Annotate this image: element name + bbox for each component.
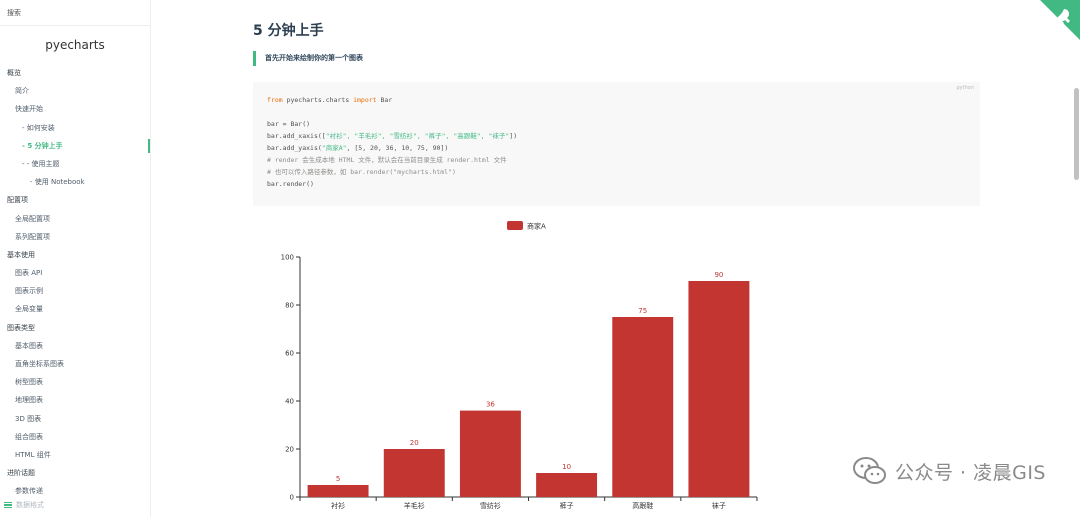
y-tick-label: 40 xyxy=(285,398,294,406)
code-string: "衬衫", "羊毛衫", "雪纺衫", "裤子", "高跟鞋", "袜子" xyxy=(325,132,510,140)
menu-label: 数据格式 xyxy=(16,501,44,509)
code-keyword: from xyxy=(267,96,283,104)
bar xyxy=(383,449,445,497)
code-comment: # render 会生成本地 HTML 文件，默认会在当前目录生成 render… xyxy=(267,156,507,164)
sidebar-item[interactable]: HTML 组件 xyxy=(0,446,150,464)
sidebar: 搜索 pyecharts 概览 简介 快速开始 - 如何安装 - 5 分钟上手 - - 使… xyxy=(0,0,151,517)
y-tick-label: 20 xyxy=(285,446,294,454)
sidebar-item[interactable]: 3D 图表 xyxy=(0,410,150,428)
sidebar-item[interactable]: 全局配置项 xyxy=(0,210,150,228)
sidebar-nav: 概览 简介 快速开始 - 如何安装 - 5 分钟上手 - - 使用主题 - 使用 Noteb… xyxy=(0,64,150,501)
sidebar-item[interactable]: 全局变量 xyxy=(0,300,150,318)
watermark-text: 公众号 · 凌晨GIS xyxy=(894,461,1046,484)
y-tick-label: 80 xyxy=(285,302,294,310)
scrollbar[interactable] xyxy=(1072,0,1080,517)
bar xyxy=(459,410,521,497)
legend-label: 商家A xyxy=(527,222,546,231)
tip-block: 首先开始来绘制你的第一个图表 xyxy=(253,51,363,66)
y-tick-label: 100 xyxy=(281,254,294,262)
x-tick-label: 衬衫 xyxy=(331,501,345,510)
code-fragment: bar.add_yaxis( xyxy=(267,144,322,152)
bar xyxy=(612,317,674,497)
bar-data-label: 10 xyxy=(562,463,571,471)
bar xyxy=(307,485,369,497)
sidebar-item[interactable]: - 使用 Notebook xyxy=(0,173,150,191)
sidebar-item[interactable]: 直角坐标系图表 xyxy=(0,355,150,373)
bar xyxy=(688,281,750,497)
code-line: bar.render() xyxy=(267,180,314,188)
code-string: "商家A" xyxy=(321,144,347,152)
code-keyword: import xyxy=(353,96,377,104)
menu-icon xyxy=(4,501,12,509)
sidebar-item[interactable]: 基本图表 xyxy=(0,337,150,355)
y-tick-label: 60 xyxy=(285,350,294,358)
sidebar-item[interactable]: 概览 xyxy=(0,64,150,82)
bar-data-label: 5 xyxy=(336,475,340,483)
code-language-label: python xyxy=(956,85,975,91)
bar xyxy=(536,473,598,497)
sidebar-item[interactable]: - 5 分钟上手 xyxy=(0,137,150,155)
wechat-icon xyxy=(852,457,886,484)
watermark: 公众号 · 凌晨GIS xyxy=(852,456,1046,486)
search-label: 搜索 xyxy=(7,9,21,17)
code-block: python from pyecharts.charts import Bar … xyxy=(253,82,980,206)
code-line: bar = Bar() xyxy=(267,120,311,128)
x-tick-label: 袜子 xyxy=(712,501,726,510)
sidebar-item[interactable]: - - 使用主题 xyxy=(0,155,150,173)
menu-toggle-button[interactable]: 数据格式 xyxy=(4,499,64,511)
sidebar-item[interactable]: 配置项 xyxy=(0,191,150,209)
sidebar-item[interactable]: - 如何安装 xyxy=(0,119,150,137)
sidebar-item[interactable]: 图表 API xyxy=(0,264,150,282)
sidebar-item[interactable]: 图表示例 xyxy=(0,282,150,300)
page-title: 5 分钟上手 xyxy=(253,23,324,39)
code-fragment: bar.add_xaxis([ xyxy=(267,132,326,140)
sidebar-item[interactable]: 进阶话题 xyxy=(0,464,150,482)
bar-data-label: 20 xyxy=(410,439,419,447)
x-tick-label: 羊毛衫 xyxy=(404,501,425,510)
sidebar-item[interactable]: 简介 xyxy=(0,82,150,100)
sidebar-item[interactable]: 地理图表 xyxy=(0,391,150,409)
code-comment: # 也可以传入路径参数，如 bar.render("mycharts.html"… xyxy=(267,168,456,176)
bar-data-label: 90 xyxy=(714,271,723,279)
sidebar-item[interactable]: 系列配置项 xyxy=(0,228,150,246)
x-tick-label: 高跟鞋 xyxy=(632,501,653,510)
sidebar-item[interactable]: 参数传递 xyxy=(0,482,150,500)
code-fragment: ]) xyxy=(509,132,518,140)
bar-data-label: 36 xyxy=(486,401,495,409)
sidebar-item[interactable]: 快速开始 xyxy=(0,100,150,118)
search-input[interactable]: 搜索 xyxy=(0,0,150,26)
x-tick-label: 裤子 xyxy=(560,501,574,510)
sidebar-item[interactable]: 组合图表 xyxy=(0,428,150,446)
y-tick-label: 0 xyxy=(290,494,294,502)
code-fragment: pyecharts.charts xyxy=(282,96,354,104)
sidebar-item[interactable]: 树型图表 xyxy=(0,373,150,391)
sidebar-item[interactable]: 基本使用 xyxy=(0,246,150,264)
scrollbar-thumb[interactable] xyxy=(1074,88,1079,180)
x-tick-label: 雪纺衫 xyxy=(480,501,501,510)
app-name[interactable]: pyecharts xyxy=(0,38,150,56)
legend-swatch xyxy=(507,221,523,230)
code-fragment: Bar xyxy=(376,96,393,104)
code-fragment: , [5, 20, 36, 10, 75, 90]) xyxy=(346,144,449,152)
bar-data-label: 75 xyxy=(638,307,647,315)
code-text: from pyecharts.charts import Bar bar = B… xyxy=(267,94,980,190)
main-content: 5 分钟上手 首先开始来绘制你的第一个图表 python from pyecha… xyxy=(151,0,1080,517)
sidebar-item[interactable]: 图表类型 xyxy=(0,319,150,337)
